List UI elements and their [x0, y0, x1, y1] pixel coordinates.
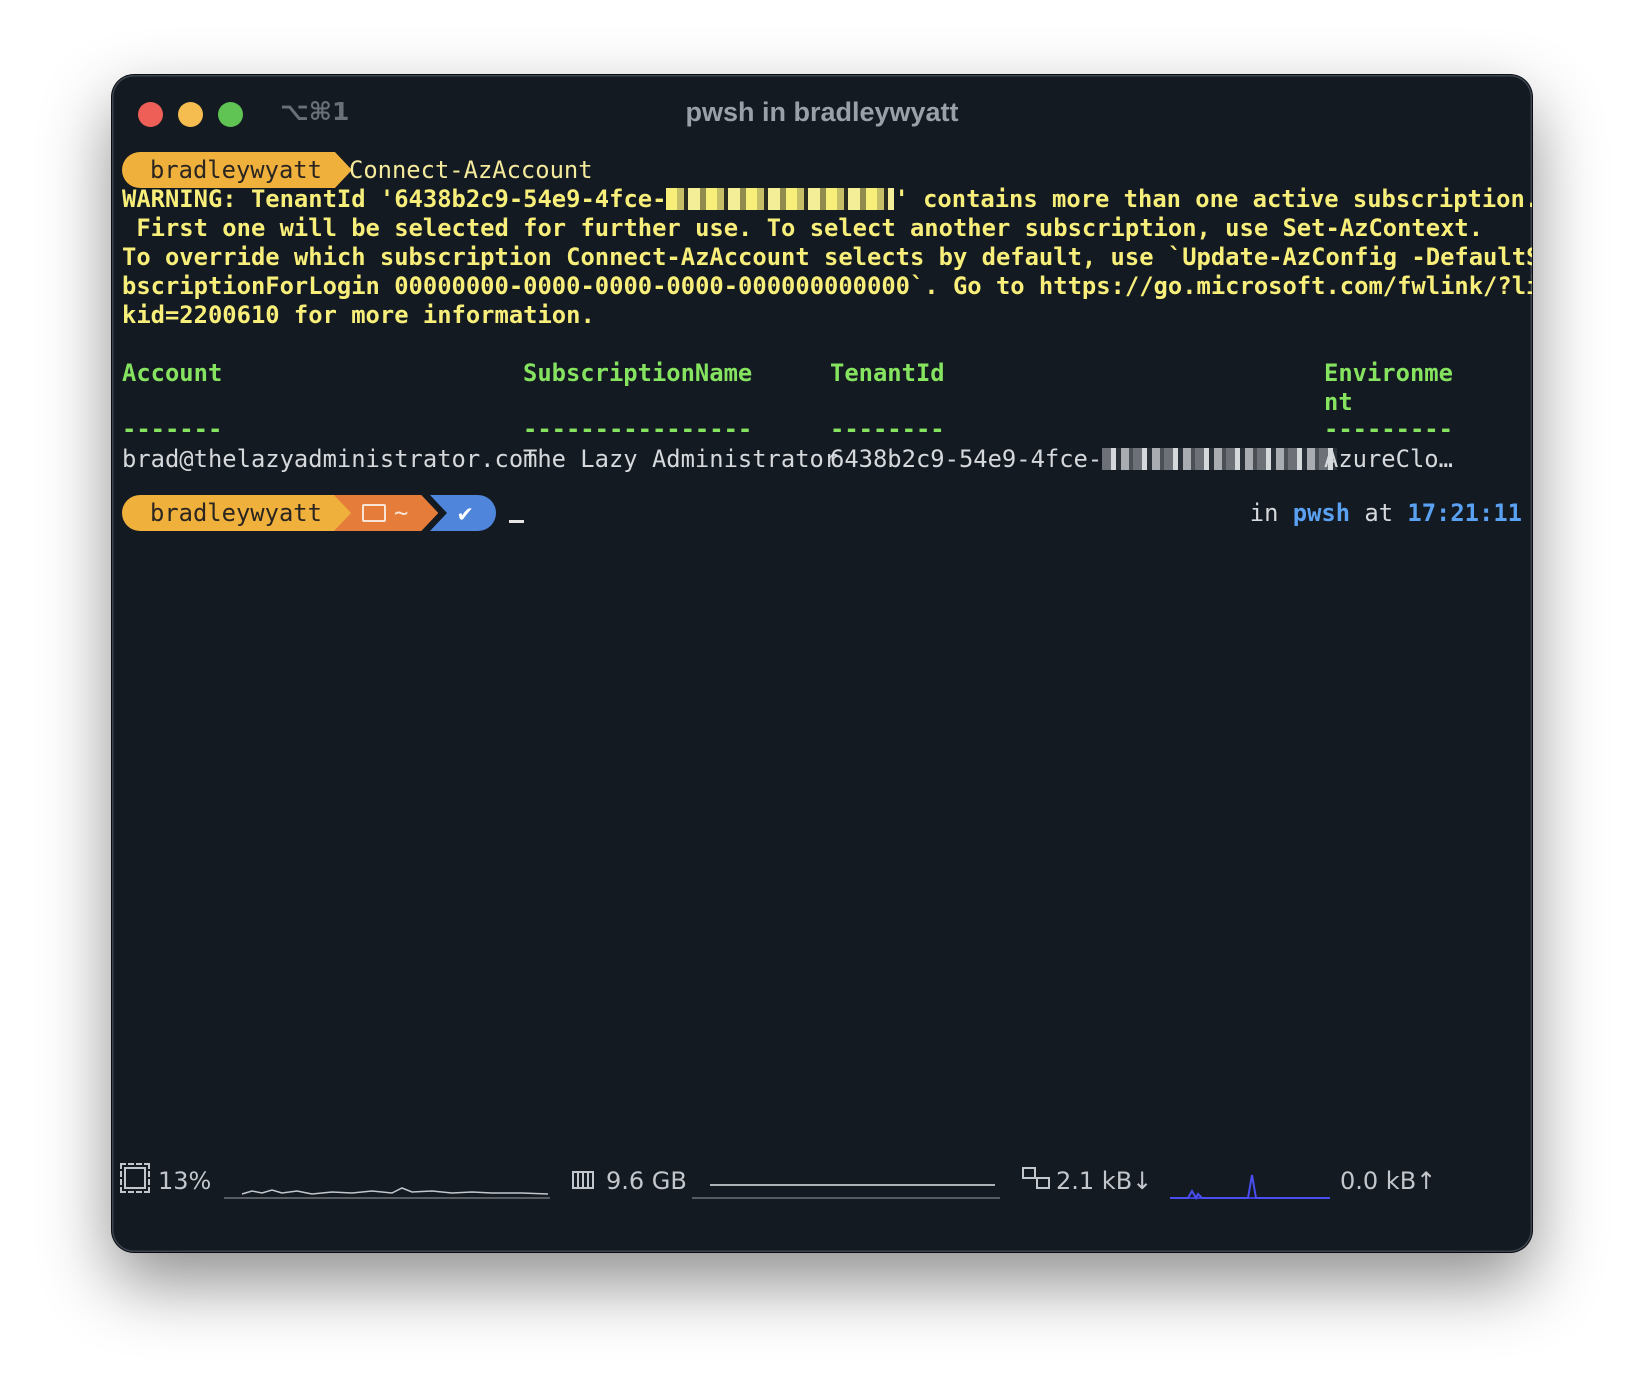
prompt-time: 17:21:11	[1407, 499, 1522, 527]
cell-account: brad@thelazyadministrator.com	[122, 445, 538, 473]
folder-icon	[362, 504, 386, 522]
network-icon	[1022, 1167, 1050, 1195]
memory-icon	[572, 1167, 594, 1195]
warning-line-3: To override which subscription Connect-A…	[122, 243, 1532, 271]
header-environment: Environme	[1324, 359, 1453, 387]
cell-subscription: The Lazy Administrator	[523, 445, 839, 473]
prompt-user: bradleywyatt	[150, 156, 322, 184]
warning-line-5: kid=2200610 for more information.	[122, 301, 595, 329]
cpu-icon	[120, 1163, 150, 1195]
warning-line-4: bscriptionForLogin 00000000-0000-0000-00…	[122, 272, 1532, 300]
underline-account: -------	[122, 415, 223, 443]
cell-tenant: 6438b2c9-54e9-4fce-	[830, 444, 1338, 474]
prompt-right: in pwsh at 17:21:11	[1250, 498, 1522, 528]
check-icon: ✔	[458, 499, 473, 527]
network-sparkline	[1170, 1174, 1330, 1201]
text-cursor[interactable]	[509, 520, 524, 523]
memory-value: 9.6 GB	[606, 1167, 687, 1195]
right-at: at	[1364, 499, 1394, 527]
command-text: Connect-AzAccount	[349, 156, 593, 184]
redacted-block	[1102, 448, 1338, 470]
redacted-block	[666, 188, 895, 210]
warning-text: WARNING: TenantId '6438b2c9-54e9-4fce-	[122, 185, 667, 213]
right-in: in	[1249, 499, 1279, 527]
warning-line-2: First one will be selected for further u…	[122, 214, 1484, 242]
title-bar: ⌥⌘1 pwsh in bradleywyatt	[112, 75, 1532, 145]
warning-line-1: WARNING: TenantId '6438b2c9-54e9-4fce- ' …	[122, 184, 1532, 214]
header-tenant: TenantId	[830, 359, 945, 387]
underline-subscription: ----------------	[523, 415, 753, 443]
status-bar: 13% 9.6 GB 2.1 kB↓ 0.0 kB↑	[112, 1155, 1532, 1205]
prompt-folder: ~	[394, 499, 409, 527]
tenant-text: 6438b2c9-54e9-4fce-	[830, 445, 1103, 473]
cpu-sparkline	[224, 1187, 550, 1199]
prompt-user: bradleywyatt	[150, 499, 322, 527]
cpu-value: 13%	[158, 1167, 212, 1195]
underline-environment: ---------	[1324, 415, 1453, 443]
prompt-user-segment: bradleywyatt	[122, 495, 352, 531]
prompt-user-segment: bradleywyatt	[122, 152, 352, 188]
header-environment-wrap: nt	[1324, 388, 1353, 416]
header-account: Account	[122, 359, 223, 387]
window-title: pwsh in bradleywyatt	[685, 97, 959, 127]
prompt-status-segment: ✔	[430, 495, 497, 531]
shell-name: pwsh	[1292, 499, 1351, 527]
network-up-value: 0.0 kB↑	[1340, 1167, 1437, 1195]
memory-sparkline	[692, 1184, 1000, 1199]
warning-text: ' contains more than one active subscrip…	[894, 185, 1532, 213]
underline-tenant: --------	[830, 415, 945, 443]
terminal-window: ⌥⌘1 pwsh in bradleywyatt bradleywyatt Co…	[112, 75, 1532, 1252]
cell-environment: AzureClo…	[1324, 445, 1453, 473]
network-down-value: 2.1 kB↓	[1056, 1167, 1153, 1195]
header-subscription: SubscriptionName	[523, 359, 753, 387]
